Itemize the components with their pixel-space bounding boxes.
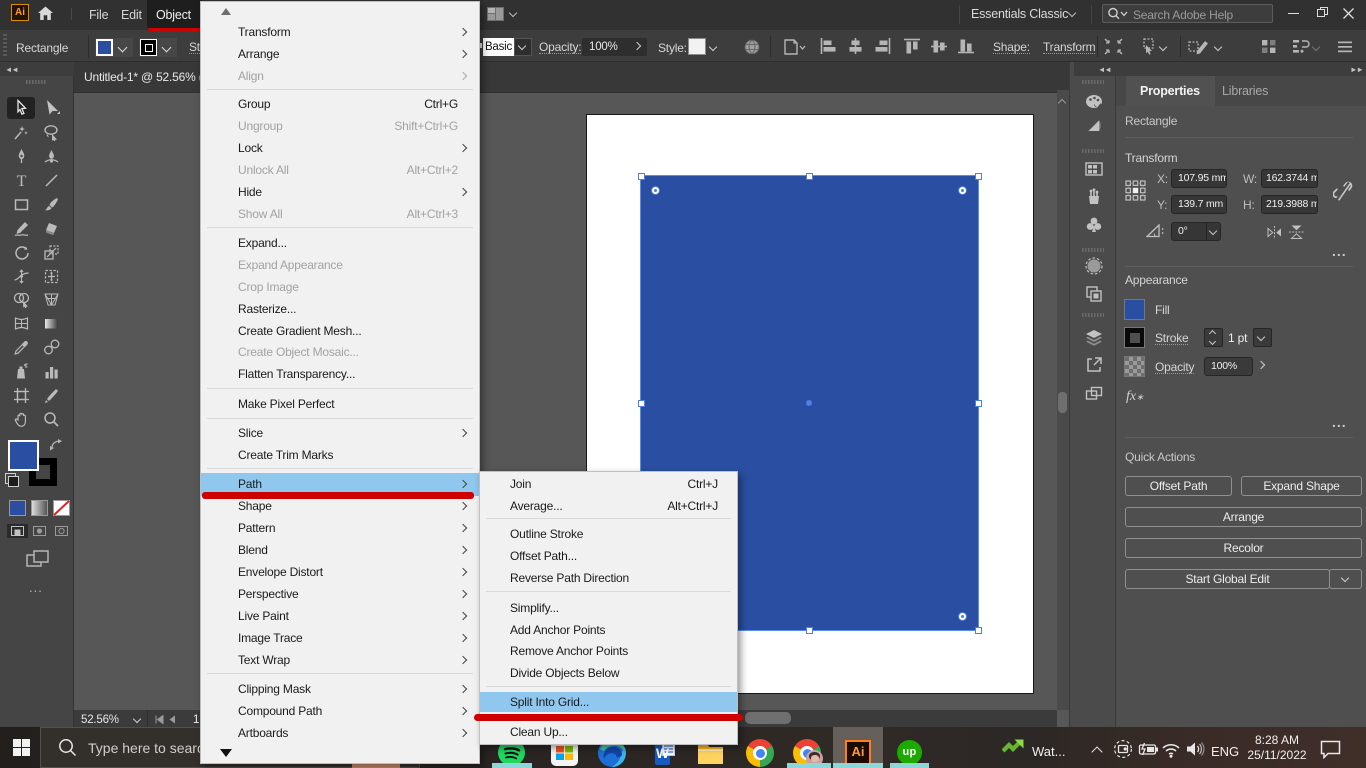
svg-text:T: T xyxy=(17,173,27,189)
